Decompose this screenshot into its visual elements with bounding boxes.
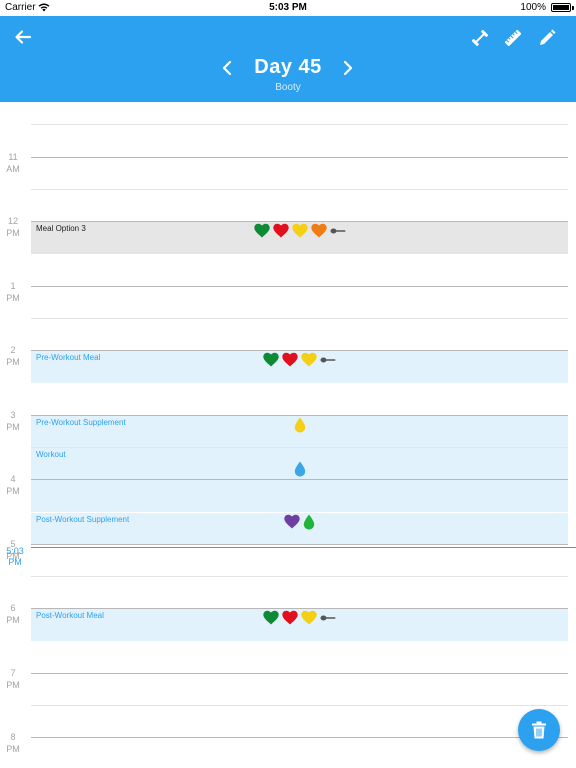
hour-label: 8 PM	[0, 731, 26, 755]
hour-ampm: PM	[6, 357, 20, 367]
event-block[interactable]: Meal Option 3	[31, 222, 568, 254]
next-day-button[interactable]	[342, 60, 356, 76]
hour-number: 3	[10, 409, 16, 420]
half-hour-line	[31, 124, 568, 126]
green-heart-icon	[263, 611, 279, 625]
half-hour-line	[31, 575, 568, 577]
hour-label: 11 AM	[0, 151, 26, 175]
hour-line	[31, 156, 568, 158]
event-title: Workout	[36, 450, 66, 460]
battery-percentage: 100%	[520, 2, 546, 13]
current-time-label: 5:03 PM	[0, 546, 30, 568]
hour-number: 12	[7, 216, 18, 226]
hour-number: 1	[10, 280, 16, 291]
red-heart-icon	[282, 611, 298, 625]
current-time-line	[31, 546, 576, 548]
green-drop-icon	[303, 514, 315, 530]
dumbbell-button[interactable]	[470, 28, 492, 50]
hour-line	[31, 543, 568, 545]
hour-line	[31, 608, 568, 609]
current-time: 5:03	[6, 545, 24, 556]
hour-label: 3 PM	[0, 409, 26, 433]
hour-ampm: PM	[6, 744, 20, 754]
hour-line	[31, 350, 568, 351]
hour-label: 1 PM	[0, 280, 26, 304]
hour-ampm: PM	[6, 486, 20, 496]
ruler-icon	[504, 29, 522, 47]
hour-label: 7 PM	[0, 667, 26, 691]
hour-ampm: PM	[6, 421, 20, 432]
hour-label: 12 PM	[0, 215, 26, 239]
trash-icon	[532, 721, 546, 739]
hour-number: 7	[10, 667, 16, 678]
half-hour-line	[31, 704, 568, 706]
day-timeline[interactable]: Meal Option 3 Pre-Workout Meal Pre-Workout…	[0, 102, 576, 768]
day-subtitle: Booty	[275, 82, 301, 93]
event-icons	[31, 417, 568, 433]
hour-line	[31, 479, 568, 480]
event-icons	[31, 461, 568, 477]
red-heart-icon	[282, 353, 298, 367]
event-block[interactable]: Pre-Workout Meal	[31, 351, 568, 383]
header-bar: Day 45 Booty	[0, 16, 576, 102]
hour-number: 8	[10, 732, 16, 742]
hour-line	[31, 221, 568, 222]
event-icons	[31, 514, 568, 530]
day-title: Day 45	[254, 56, 322, 78]
delete-button[interactable]	[518, 709, 560, 751]
chevron-right-icon	[343, 60, 353, 76]
hour-number: 6	[10, 603, 16, 613]
status-time: 5:03 PM	[269, 2, 307, 13]
spoon-icon	[320, 615, 336, 621]
green-heart-icon	[253, 224, 270, 238]
hour-line	[31, 672, 568, 674]
orange-heart-icon	[310, 224, 327, 238]
edit-button[interactable]	[537, 28, 559, 50]
current-time-ampm: PM	[8, 556, 22, 567]
hour-ampm: AM	[6, 163, 20, 174]
hour-number: 4	[10, 474, 16, 484]
dumbbell-icon	[471, 29, 489, 47]
hour-label: 6 PM	[0, 602, 26, 626]
status-bar: Carrier 5:03 PM 100%	[0, 0, 576, 16]
yellow-heart-icon	[301, 611, 317, 625]
event-block[interactable]: Post-Workout Supplement	[31, 512, 568, 544]
spoon-icon	[320, 357, 336, 363]
battery-nub	[572, 6, 574, 10]
event-block[interactable]: Pre-Workout Supplement	[31, 415, 568, 448]
ruler-button[interactable]	[503, 28, 525, 50]
yellow-heart-icon	[291, 224, 308, 238]
hour-ampm: PM	[6, 679, 20, 690]
event-icons	[31, 223, 568, 238]
hour-line	[31, 285, 568, 287]
hour-ampm: PM	[6, 615, 20, 625]
half-hour-line	[31, 188, 568, 190]
hour-number: 2	[10, 345, 16, 355]
spoon-icon	[330, 228, 345, 234]
green-heart-icon	[263, 353, 279, 367]
hour-ampm: PM	[6, 228, 20, 238]
yellow-heart-icon	[301, 353, 317, 367]
battery-icon	[551, 3, 571, 12]
purple-heart-icon	[284, 514, 300, 529]
red-heart-icon	[272, 224, 289, 238]
hour-line	[31, 414, 568, 416]
half-hour-line	[31, 317, 568, 319]
blue-drop-icon	[294, 461, 305, 477]
arrow-left-icon	[15, 30, 32, 44]
hour-label: 2 PM	[0, 344, 26, 368]
event-icons	[31, 352, 568, 367]
hour-label: 4 PM	[0, 473, 26, 497]
pencil-icon	[540, 29, 556, 45]
hour-ampm: PM	[6, 292, 20, 303]
event-block[interactable]: Post-Workout Meal	[31, 609, 568, 641]
yellow-drop-icon	[294, 417, 305, 433]
hour-number: 11	[8, 151, 18, 162]
hour-line	[31, 737, 568, 738]
event-icons	[31, 610, 568, 625]
back-button[interactable]	[14, 28, 34, 48]
